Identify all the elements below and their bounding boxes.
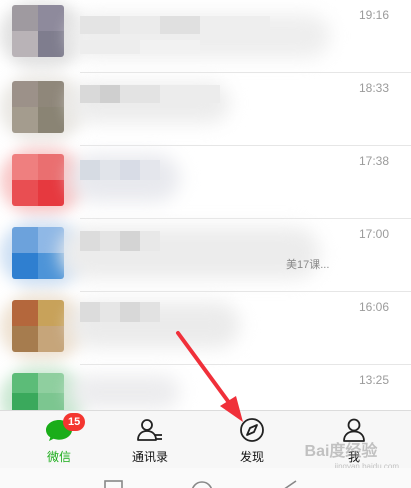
avatar[interactable]: [12, 154, 64, 206]
system-nav-bar: [0, 468, 411, 488]
unread-badge: 15: [63, 413, 86, 431]
chat-row[interactable]: 16:06: [0, 292, 411, 365]
chat-time: 17:38: [358, 154, 389, 168]
chat-time: 19:16: [358, 8, 389, 22]
redacted-text: [70, 375, 180, 409]
avatar[interactable]: [12, 5, 64, 57]
chat-row[interactable]: 13:25: [0, 365, 411, 410]
chat-row[interactable]: 19:16: [0, 0, 411, 73]
bottom-tab-bar: 15 微信 通讯录 发现 我 Bai度经验 jingyan.baidu.com: [0, 410, 411, 471]
tab-label: 发现: [239, 450, 264, 464]
chat-row[interactable]: 18:33: [0, 73, 411, 146]
back-icon[interactable]: [278, 480, 298, 488]
message-preview-redacted: [80, 40, 200, 54]
tab-discover[interactable]: 发现: [207, 417, 297, 465]
chat-row[interactable]: 17:38: [0, 146, 411, 219]
tab-label: 微信: [46, 450, 71, 464]
contacts-icon: [135, 417, 165, 443]
tab-label: 通讯录: [131, 450, 168, 464]
tab-chats[interactable]: 15 微信: [14, 413, 104, 465]
watermark-brand: Bai度经验: [304, 443, 378, 460]
tab-contacts[interactable]: 通讯录: [105, 417, 195, 465]
chat-time: 13:25: [358, 373, 389, 387]
chat-bubble-icon: 15: [44, 413, 86, 443]
chat-time: 17:00: [358, 227, 389, 241]
contact-name-redacted: [80, 160, 160, 180]
watermark: Bai度经验 jingyan.baidu.com: [305, 437, 399, 471]
recents-icon[interactable]: [104, 480, 124, 488]
chat-list: 19:16 18:33 17:38 17:00 美17课... 16:06 13…: [0, 0, 411, 410]
avatar[interactable]: [12, 300, 64, 352]
chat-time: 16:06: [358, 300, 389, 314]
contact-name-redacted: [80, 302, 160, 322]
home-icon[interactable]: [190, 480, 214, 488]
chat-time: 18:33: [358, 81, 389, 95]
avatar[interactable]: [12, 373, 64, 410]
avatar[interactable]: [12, 81, 64, 133]
chat-row[interactable]: 17:00 美17课...: [0, 219, 411, 292]
compass-icon: [237, 417, 267, 443]
contact-name-redacted: [80, 16, 270, 34]
message-preview: 美17课...: [286, 259, 330, 271]
contact-name-redacted: [80, 231, 160, 251]
avatar[interactable]: [12, 227, 64, 279]
contact-name-redacted: [80, 85, 220, 103]
